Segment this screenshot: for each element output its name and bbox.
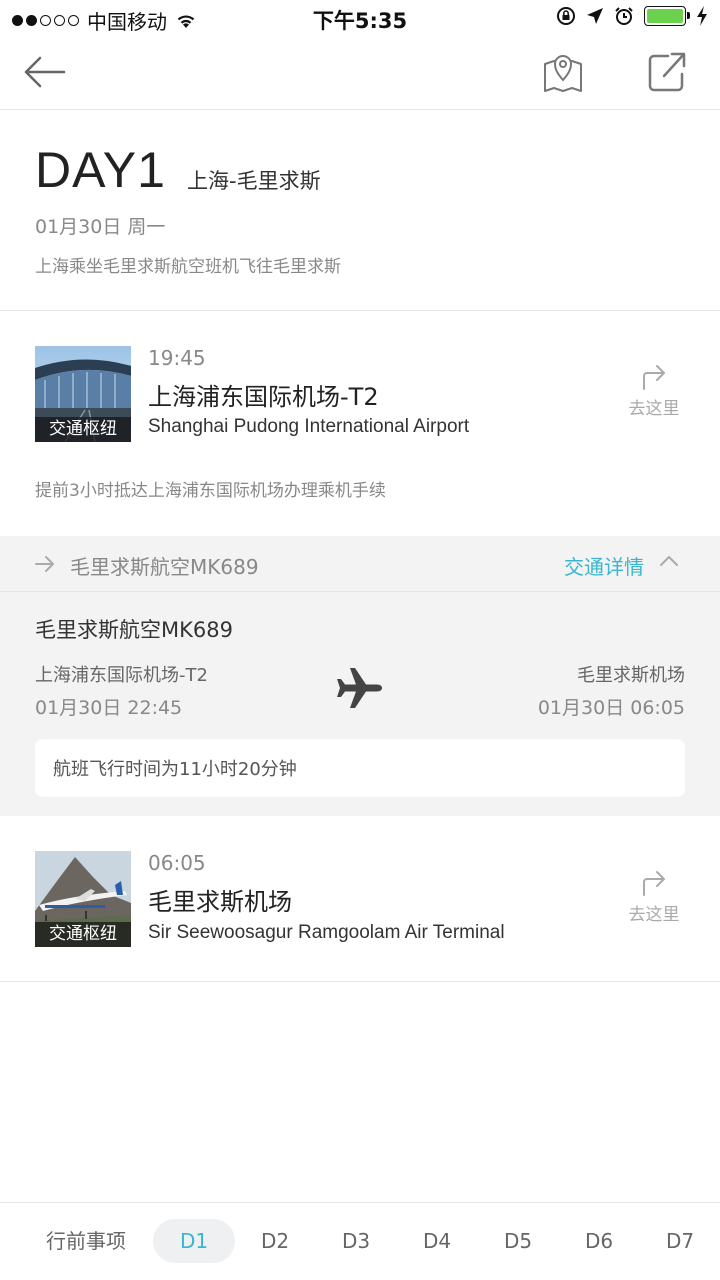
flight-duration-box: 航班飞行时间为11小时20分钟 [35, 739, 685, 797]
flight-arrival-airport: 毛里求斯机场 [577, 665, 685, 686]
airport-thumbnail: 交通枢纽 [35, 346, 131, 442]
destination-goto-label: 去这里 [628, 905, 680, 925]
chevron-up-icon[interactable] [658, 550, 680, 572]
tab-d6[interactable]: D6 [564, 1219, 634, 1263]
tab-d2[interactable]: D2 [240, 1219, 310, 1263]
thumbnail-tag: 交通枢纽 [35, 922, 131, 947]
alarm-icon [615, 7, 633, 25]
day-tab-bar: 行前事项 D1 D2 D3 D4 D5 D6 D7 [0, 1202, 720, 1280]
back-arrow-icon[interactable] [22, 54, 66, 90]
tab-d4[interactable]: D4 [402, 1219, 472, 1263]
destination-goto-button[interactable]: 去这里 [616, 870, 692, 925]
tab-pretrip[interactable]: 行前事项 [30, 1219, 142, 1263]
origin-place-card[interactable]: 交通枢纽 19:45 上海浦东国际机场-T2 Shanghai Pudong I… [0, 312, 720, 536]
status-bar: 中国移动 下午5:35 [0, 0, 720, 36]
origin-time: 19:45 [148, 346, 206, 370]
flight-departure-airport: 上海浦东国际机场-T2 [35, 665, 208, 686]
thumbnail-tag: 交通枢纽 [35, 417, 131, 442]
nav-bar [0, 36, 720, 110]
transport-detail-link[interactable]: 交通详情 [564, 551, 644, 580]
location-arrow-icon [587, 8, 603, 24]
share-icon[interactable] [646, 50, 688, 94]
flight-panel: 毛里求斯航空MK689 上海浦东国际机场-T2 01月30日 22:45 毛里求… [0, 592, 720, 816]
origin-name: 上海浦东国际机场-T2 [148, 383, 379, 411]
turn-right-arrow-icon [643, 365, 665, 390]
rotation-lock-icon [557, 7, 575, 25]
day-route: 上海-毛里求斯 [187, 169, 321, 193]
destination-time: 06:05 [148, 851, 206, 875]
right-arrow-icon [35, 556, 54, 572]
day-date: 01月30日 周一 [35, 216, 166, 238]
transport-name: 毛里求斯航空MK689 [70, 555, 259, 579]
flight-arrival-time: 01月30日 06:05 [537, 697, 685, 719]
airplane-icon [337, 668, 382, 708]
airport-thumbnail: 交通枢纽 [35, 851, 131, 947]
origin-name-en: Shanghai Pudong International Airport [148, 416, 470, 437]
destination-name-en: Sir Seewoosagur Ramgoolam Air Terminal [148, 922, 505, 943]
tab-d7[interactable]: D7 [645, 1219, 715, 1263]
tab-d3[interactable]: D3 [321, 1219, 391, 1263]
battery-icon [644, 6, 690, 26]
day-title: DAY1 [35, 142, 166, 198]
flight-departure-time: 01月30日 22:45 [35, 697, 183, 719]
origin-goto-button[interactable]: 去这里 [616, 364, 692, 419]
charging-bolt-icon [697, 6, 707, 26]
flight-name: 毛里求斯航空MK689 [35, 618, 233, 642]
origin-goto-label: 去这里 [628, 399, 680, 419]
tab-d1[interactable]: D1 [153, 1219, 235, 1263]
tab-d5[interactable]: D5 [483, 1219, 553, 1263]
map-pin-icon[interactable] [542, 50, 584, 94]
destination-place-card[interactable]: 交通枢纽 06:05 毛里求斯机场 Sir Seewoosagur Ramgoo… [0, 816, 720, 982]
status-right [556, 6, 708, 26]
origin-tip: 提前3小时抵达上海浦东国际机场办理乘机手续 [35, 481, 386, 501]
transport-bar[interactable]: 毛里求斯航空MK689 交通详情 [0, 536, 720, 592]
day-header: DAY1 上海-毛里求斯 01月30日 周一 上海乘坐毛里求斯航空班机飞往毛里求… [0, 111, 720, 311]
divider [0, 981, 720, 982]
day-description: 上海乘坐毛里求斯航空班机飞往毛里求斯 [35, 257, 341, 277]
destination-name: 毛里求斯机场 [148, 888, 292, 916]
flight-duration: 航班飞行时间为11小时20分钟 [53, 759, 297, 780]
turn-right-arrow-icon [643, 871, 665, 896]
